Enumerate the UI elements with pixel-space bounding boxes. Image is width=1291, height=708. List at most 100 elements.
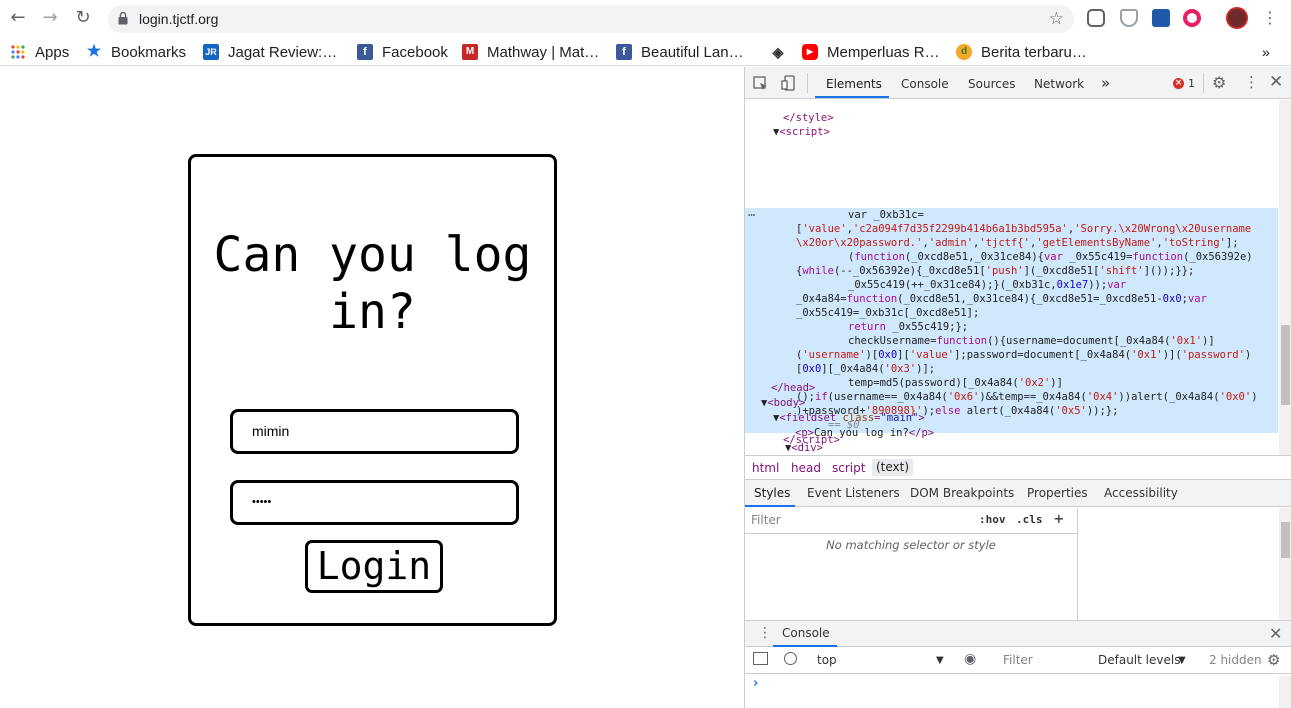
bookmarks-overflow-icon[interactable]: » [1262, 43, 1270, 61]
scroll-thumb[interactable] [1281, 522, 1290, 558]
tab-styles[interactable]: Styles [754, 486, 790, 500]
bookmark-label: Apps [35, 43, 70, 61]
crumb-head[interactable]: head [791, 461, 821, 475]
dom-node-p[interactable]: <p>Can you log in?</p> [795, 426, 934, 440]
forward-arrow-icon[interactable]: → [40, 8, 60, 28]
tab-network[interactable]: Network [1034, 77, 1084, 91]
divider [1077, 508, 1078, 620]
address-bar[interactable]: login.tjctf.org ☆ [108, 5, 1074, 33]
bookmark-jagat-review[interactable]: JR Jagat Review:… [203, 43, 337, 61]
dom-node-fieldset[interactable]: ▼<fieldset class="main"> [773, 411, 925, 425]
avatar[interactable] [1226, 7, 1248, 29]
bookmark-beautiful-lan[interactable]: f Beautiful Lan… [616, 43, 744, 61]
crumb-script[interactable]: script [832, 461, 865, 475]
tab-accessibility[interactable]: Accessibility [1104, 486, 1178, 500]
console-scrollbar[interactable] [1279, 676, 1291, 708]
console-prompt-icon[interactable]: › [753, 676, 758, 691]
device-toolbar-icon[interactable] [781, 75, 796, 91]
tab-dom-breakpoints[interactable]: DOM Breakpoints [910, 486, 1014, 500]
browser-toolbar: ← → ↻ login.tjctf.org ☆ ⋮ [0, 0, 1291, 38]
hov-toggle[interactable]: :hov [979, 513, 1006, 526]
dom-node-style-close[interactable]: </style> [783, 111, 834, 125]
dom-node-body[interactable]: ▼<body> [761, 396, 805, 410]
styles-filter-input[interactable]: Filter [751, 513, 781, 527]
dom-scrollbar[interactable] [1279, 100, 1291, 455]
star-icon: ★ [86, 43, 102, 60]
devtools-menu-icon[interactable]: ⋮ [1244, 73, 1259, 91]
tab-event-listeners[interactable]: Event Listeners [807, 486, 900, 500]
extension-chat-icon[interactable] [1087, 9, 1105, 27]
more-tabs-icon[interactable]: » [1101, 74, 1110, 92]
console-drawer-header: ⋮ Console ✕ [745, 620, 1291, 647]
divider [807, 73, 808, 93]
dom-node-script-open[interactable]: ▼<script> [773, 125, 830, 139]
bookmark-apps[interactable]: Apps [10, 43, 69, 61]
console-settings-gear-icon[interactable]: ⚙ [1267, 651, 1280, 669]
cls-toggle[interactable]: .cls [1016, 513, 1043, 526]
chevron-down-icon[interactable]: ▼ [1178, 655, 1186, 666]
default-levels-dropdown[interactable]: Default levels [1098, 653, 1180, 667]
hidden-count: 2 hidden [1209, 653, 1262, 667]
extension-box-icon[interactable] [1152, 9, 1170, 27]
settings-gear-icon[interactable]: ⚙ [1212, 73, 1226, 92]
bookmark-memperluas[interactable]: ▶ Memperluas R… [802, 43, 940, 61]
username-input[interactable]: mimin [230, 409, 519, 454]
console-drawer-tab[interactable]: Console [782, 626, 830, 640]
inspect-element-icon[interactable] [753, 76, 768, 91]
reload-icon[interactable]: ↻ [73, 8, 93, 28]
bookmark-facebook[interactable]: f Facebook [357, 43, 448, 61]
ellipsis-icon[interactable]: … [748, 205, 755, 219]
bookmark-mathway[interactable]: M Mathway | Mat… [462, 43, 599, 61]
extension-shield-icon[interactable] [1120, 9, 1138, 27]
tab-properties[interactable]: Properties [1027, 486, 1088, 500]
jagat-review-icon: JR [203, 44, 219, 60]
menu-kebab-icon[interactable]: ⋮ [1260, 8, 1280, 28]
bookmark-label: Mathway | Mat… [487, 43, 600, 61]
error-icon[interactable]: × [1173, 78, 1184, 89]
bookmark-star-icon[interactable]: ☆ [1049, 9, 1064, 29]
bookmark-label: Bookmarks [111, 43, 187, 61]
tab-elements[interactable]: Elements [826, 77, 882, 91]
divider [1203, 73, 1204, 93]
sidebar-toggle-icon[interactable] [753, 652, 768, 665]
styles-scrollbar[interactable] [1279, 508, 1291, 620]
page-title: Can you log in? [213, 227, 532, 340]
facebook-icon: f [357, 44, 373, 60]
url-text: login.tjctf.org [139, 11, 219, 27]
active-tab-indicator [815, 96, 889, 98]
console-filter-input[interactable]: Filter [1003, 653, 1033, 667]
eye-icon[interactable]: ◉ [964, 651, 976, 667]
dom-node-head-close[interactable]: </head> [771, 381, 815, 395]
bookmark-berita[interactable]: d Berita terbaru… [956, 43, 1087, 61]
bookmark-label: Beautiful Lan… [641, 43, 744, 61]
detik-icon: d [956, 44, 972, 60]
context-selector[interactable]: top [817, 653, 837, 667]
add-rule-icon[interactable]: + [1054, 509, 1064, 528]
error-count[interactable]: 1 [1188, 77, 1195, 90]
crumb-text[interactable]: (text) [872, 459, 914, 476]
tab-console[interactable]: Console [901, 77, 949, 91]
active-tab-indicator [745, 505, 795, 507]
bookmark-label: Jagat Review:… [228, 43, 338, 61]
bookmark-bookmarks[interactable]: ★ Bookmarks [86, 43, 186, 61]
page-content: Can you log in? mimin ••••• Login [0, 67, 744, 708]
lock-icon [118, 11, 128, 25]
tab-sources[interactable]: Sources [968, 77, 1015, 91]
drawer-menu-icon[interactable]: ⋮ [758, 625, 772, 641]
password-input[interactable]: ••••• [230, 480, 519, 525]
back-arrow-icon[interactable]: ← [8, 8, 28, 28]
chevron-down-icon[interactable]: ▼ [936, 655, 944, 666]
dom-tree-lower: </head> ▼<body> ▼<fieldset class="main">… [745, 380, 1278, 455]
close-drawer-icon[interactable]: ✕ [1269, 624, 1282, 643]
styles-filter-row: Filter :hov .cls + [745, 508, 1077, 534]
scroll-thumb[interactable] [1281, 325, 1290, 405]
extension-eye-icon[interactable] [1183, 9, 1201, 27]
dom-node-div[interactable]: ▼<div> [785, 441, 823, 455]
close-devtools-icon[interactable]: ✕ [1269, 72, 1283, 92]
breadcrumb: html head script (text) [745, 455, 1291, 480]
bookmark-label: Berita terbaru… [981, 43, 1087, 61]
login-button[interactable]: Login [305, 540, 443, 593]
bookmark-diamond[interactable]: ◈ [770, 43, 786, 61]
crumb-html[interactable]: html [752, 461, 779, 475]
clear-console-icon[interactable] [784, 652, 797, 665]
